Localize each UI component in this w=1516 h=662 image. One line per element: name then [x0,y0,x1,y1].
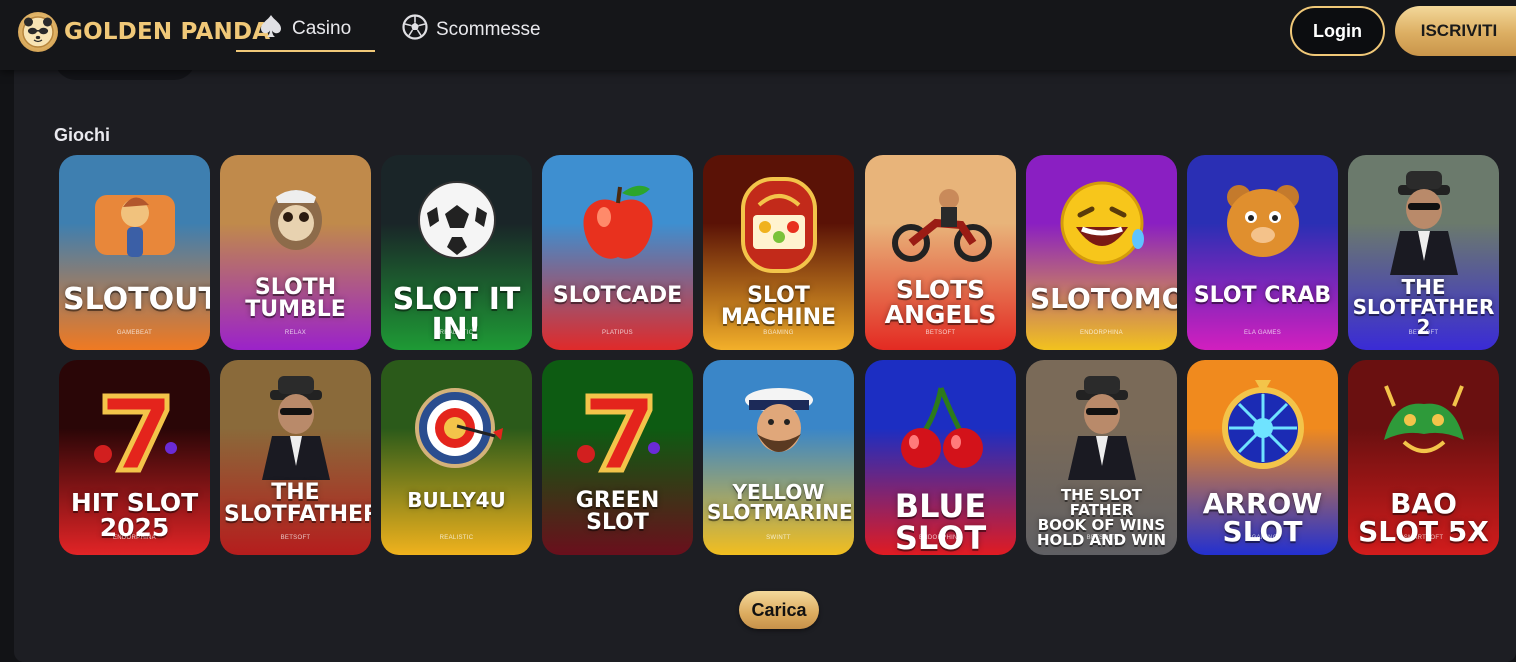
game-title: BLUE SLOT [894,487,987,555]
apple-icon [542,155,693,295]
game-card[interactable]: BAO SLOT 5X SMARTSOFT [1348,360,1499,555]
game-provider: PLATIPUS [602,330,633,336]
game-provider: ENDORPHINA [918,535,962,541]
game-provider: REALISTIC [439,535,474,541]
game-card[interactable]: BLUE SLOT ENDORPHINA [865,360,1016,555]
cherry-icon [865,360,1016,500]
game-provider: SWINTT [766,535,791,541]
game-provider: BETSOFT [925,330,956,336]
game-card[interactable]: SLOTH TUMBLE RELAX [220,155,371,350]
game-card[interactable]: SLOT MACHINE BGAMING [703,155,854,350]
section-title: Giochi [54,125,111,145]
game-card[interactable]: THE SLOTFATHER BETSOFT [220,360,371,555]
soccer-ball-icon [381,155,532,295]
tab-casino-label: Casino [292,18,352,39]
game-title: HIT SLOT 2025 [70,488,199,542]
game-title: BULLY4U [407,488,506,512]
game-provider: BGAMING [763,330,794,336]
game-title: SLOTH TUMBLE [245,275,346,322]
game-provider: ELA GAMES [1243,330,1282,336]
game-card[interactable]: GREEN SLOT [542,360,693,555]
tab-casino[interactable]: Casino [236,8,375,52]
game-card[interactable]: THE SLOTFATHER 2 BETSOFT [1348,155,1499,350]
game-title: SLOTS ANGELS [884,275,997,329]
bear-icon [1187,155,1338,295]
game-title: SLOT IT IN! [392,282,521,347]
game-card[interactable]: HIT SLOT 2025 ENDORPHINA [59,360,210,555]
hero-pinball-icon [59,155,210,295]
game-provider: GAMEBEAT [116,330,153,336]
game-provider: SMARTSOFT [1403,535,1444,541]
game-card[interactable]: BULLY4U REALISTIC [381,360,532,555]
game-card[interactable]: SLOT CRAB ELA GAMES [1187,155,1338,350]
load-more-button[interactable]: Carica [739,591,819,629]
game-provider: BETSOFT [1408,330,1439,336]
game-card[interactable]: THE SLOT FATHER BOOK OF WINS HOLD AND WI… [1026,360,1177,555]
game-card[interactable]: SLOT IT IN! REALISTIC [381,155,532,350]
dragon-icon [1348,360,1499,500]
game-title: SLOT MACHINE [720,283,837,330]
game-provider: ENDORPHINA [1079,330,1123,336]
game-title: THE SLOTFATHER 2 [1352,275,1495,339]
game-title: SLOT CRAB [1193,283,1332,308]
wheel-icon [1187,360,1338,500]
lucky-seven-icon [59,360,210,500]
game-title: YELLOW SLOTMARINE [707,480,853,524]
game-card[interactable]: SLOTCADE PLATIPUS [542,155,693,350]
slot-machine-icon [703,155,854,295]
tab-scommesse-label: Scommesse [436,19,541,40]
game-title: SLOTCADE [552,283,683,308]
game-title: THE SLOTFATHER [224,480,371,527]
game-card[interactable]: SLOTOUT GAMEBEAT [59,155,210,350]
game-provider: BETSOFT [1086,535,1117,541]
game-provider: RELAX [284,330,307,336]
game-provider: BETSOFT [280,535,311,541]
spade-icon [258,13,284,45]
login-button[interactable]: Login [1290,6,1385,56]
game-card[interactable]: SLOTS ANGELS BETSOFT [865,155,1016,350]
soccer-ball-icon [402,14,428,46]
game-title: SLOTOMOJI [1030,282,1177,315]
game-title: SLOTOUT [63,282,210,317]
signup-button[interactable]: ISCRIVITI [1395,6,1516,56]
panda-logo-icon [18,12,58,52]
tab-scommesse[interactable]: Scommesse [400,8,541,52]
top-navigation-bar: GOLDEN PANDA Casino Scommesse Login ISCR… [0,0,1516,70]
game-card[interactable]: SLOTOMOJI ENDORPHINA [1026,155,1177,350]
game-card[interactable]: ARROW SLOT BGAMING [1187,360,1338,555]
game-card[interactable]: YELLOW SLOTMARINE SWINTT [703,360,854,555]
dartboard-icon [381,360,532,500]
game-provider: REALISTIC [439,330,474,336]
brand-logo[interactable]: GOLDEN PANDA [18,12,270,52]
game-provider: BGAMING [1247,535,1278,541]
mobster-icon [1026,360,1177,500]
game-title: GREEN SLOT [575,488,660,535]
laughing-emoji-icon [1026,155,1177,295]
lucky-seven-icon [542,360,693,500]
game-provider: ENDORPHINA [112,535,156,541]
